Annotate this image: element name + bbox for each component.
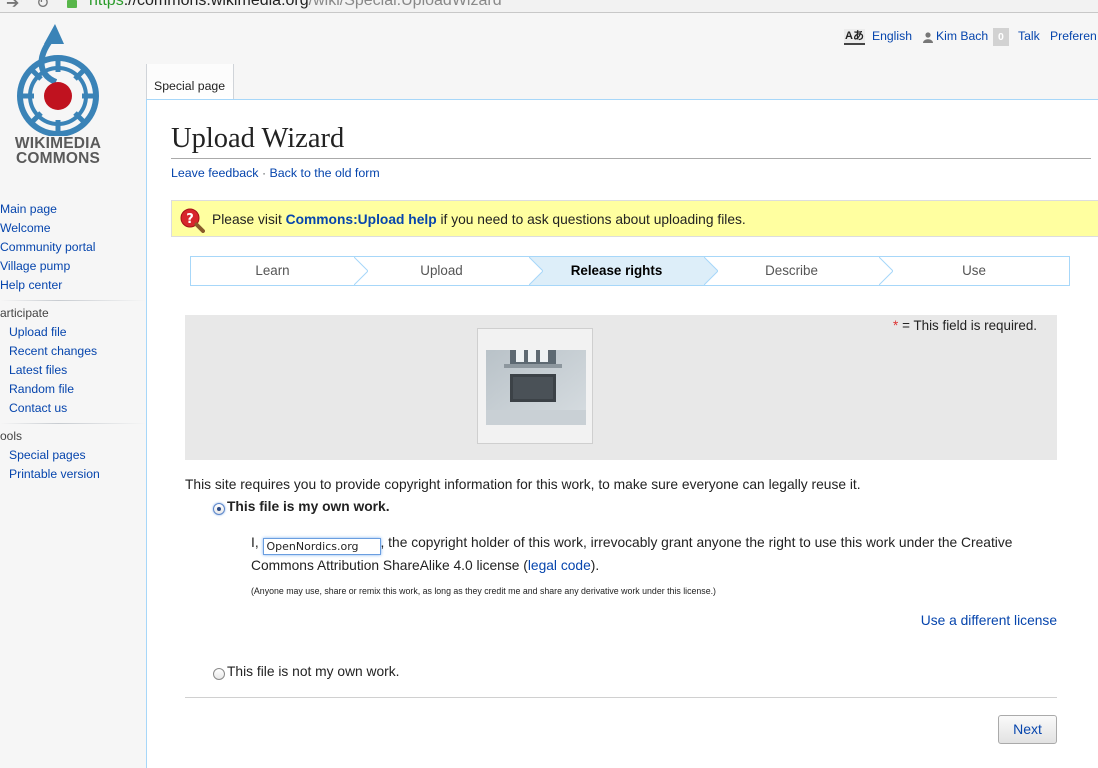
page-title: Upload Wizard — [171, 120, 1091, 159]
sidebar-item-main-page[interactable]: Main page — [0, 202, 57, 216]
sidebar-divider — [0, 423, 146, 424]
file-thumbnail-frame — [477, 328, 593, 444]
user-link[interactable]: Kim Bach — [936, 29, 988, 43]
not-own-work-radio[interactable] — [213, 668, 225, 680]
url-text[interactable]: https://commons.wikimedia.org/wiki/Speci… — [89, 0, 502, 10]
step-divider-arrow — [879, 257, 893, 285]
step-divider-arrow — [704, 257, 718, 285]
wizard-steps: Learn Upload Release rights Describe Use — [190, 256, 1070, 286]
notice-text-after: if you need to ask questions about uploa… — [436, 212, 746, 227]
author-name-input[interactable] — [262, 538, 381, 555]
deed-divider — [185, 697, 1057, 698]
sidebar-item-community-portal[interactable]: Community portal — [0, 240, 96, 254]
upload-file-card: * = This field is required. — [185, 315, 1057, 460]
use-different-license-link[interactable]: Use a different license — [921, 613, 1057, 628]
license-explanation: (Anyone may use, share or remix this wor… — [251, 586, 716, 596]
step-learn: Learn — [191, 257, 368, 285]
notice-text-before: Please visit — [212, 212, 286, 227]
tools-portal: Special pages Printable version — [9, 446, 100, 484]
step-use-label: Use — [962, 263, 986, 278]
url-host: ://commons.wikimedia.org — [123, 0, 309, 9]
sidebar-divider — [0, 300, 146, 301]
own-work-label[interactable]: This file is my own work. — [227, 499, 390, 514]
help-notice: ? Please visit Commons:Upload help if yo… — [171, 200, 1098, 237]
legal-code-link[interactable]: legal code — [528, 558, 591, 573]
commons-logo[interactable]: WIKIMEDIA COMMONS — [0, 24, 120, 166]
personal-toolbar: Aあ English Kim Bach 0 Talk Preferen — [840, 28, 1098, 47]
grant-end: ). — [590, 558, 600, 573]
sidebar-item-help-center[interactable]: Help center — [0, 278, 62, 292]
svg-text:?: ? — [186, 212, 194, 227]
sidebar-item-recent-changes[interactable]: Recent changes — [9, 344, 97, 358]
step-upload-label: Upload — [420, 263, 463, 278]
tab-special-page[interactable]: Special page — [146, 64, 234, 100]
preferences-link[interactable]: Preferen — [1050, 29, 1097, 43]
logo-wordmark-line1: WIKIMEDIA — [14, 135, 102, 152]
sidebar-item-welcome[interactable]: Welcome — [0, 221, 51, 235]
help-magnifier-icon: ? — [180, 208, 205, 233]
grant-prefix: I, — [251, 535, 259, 550]
language-link[interactable]: English — [872, 29, 912, 43]
sidebar-item-village-pump[interactable]: Village pump — [0, 259, 70, 273]
sidebar-item-printable-version[interactable]: Printable version — [9, 467, 100, 481]
required-text: = This field is required. — [902, 318, 1037, 333]
step-describe-label: Describe — [765, 263, 818, 278]
tab-special-page-label: Special page — [154, 79, 226, 93]
sidebar-item-latest-files[interactable]: Latest files — [9, 363, 67, 377]
sidebar-item-upload-file[interactable]: Upload file — [9, 325, 67, 339]
step-learn-label: Learn — [255, 263, 290, 278]
subtitle-separator: · — [258, 166, 270, 180]
deed-intro: This site requires you to provide copyri… — [185, 477, 861, 492]
leave-feedback-link[interactable]: Leave feedback — [171, 166, 259, 180]
participate-portal: Upload file Recent changes Latest files … — [9, 323, 97, 418]
step-upload: Upload — [354, 257, 543, 285]
sidebar-item-special-pages[interactable]: Special pages — [9, 448, 86, 462]
notifications-badge[interactable]: 0 — [993, 28, 1009, 46]
required-star: * — [892, 318, 899, 333]
step-divider-arrow — [529, 257, 543, 285]
lock-icon — [67, 0, 77, 8]
page-subtitle: Leave feedback · Back to the old form — [171, 166, 380, 180]
next-button[interactable]: Next — [998, 715, 1057, 744]
url-path: /wiki/Special:UploadWizard — [308, 0, 502, 9]
step-describe: Describe — [704, 257, 893, 285]
user-icon — [923, 32, 933, 43]
sidebar-item-random-file[interactable]: Random file — [9, 382, 74, 396]
language-icon[interactable]: Aあ — [844, 29, 865, 45]
main-content: Upload Wizard Leave feedback · Back to t… — [146, 99, 1098, 768]
upload-help-link[interactable]: Commons:Upload help — [286, 212, 437, 227]
sidebar-heading-participate: articipate — [0, 306, 49, 320]
step-release-rights: Release rights — [529, 257, 718, 285]
step-use: Use — [879, 257, 1069, 285]
not-own-work-label[interactable]: This file is not my own work. — [227, 664, 400, 679]
own-work-radio[interactable] — [213, 503, 225, 515]
navigation-portal: Main page Welcome Community portal Villa… — [0, 200, 96, 295]
sidebar-heading-tools: ools — [0, 429, 23, 443]
own-work-grant: I, , the copyright holder of this work, … — [251, 532, 1041, 576]
step-release-rights-label: Release rights — [570, 263, 663, 278]
url-scheme: https — [89, 0, 124, 9]
logo-wordmark-line2: COMMONS — [15, 150, 101, 167]
talk-link[interactable]: Talk — [1018, 29, 1040, 43]
wikimedia-commons-logo-icon — [17, 24, 99, 136]
step-divider-arrow — [354, 257, 368, 285]
back-to-old-form-link[interactable]: Back to the old form — [270, 166, 380, 180]
left-sidebar: WIKIMEDIA COMMONS Main page Welcome Comm… — [0, 12, 146, 768]
required-field-note: * = This field is required. — [893, 318, 1037, 333]
file-thumbnail-image[interactable] — [486, 350, 586, 425]
browser-url-bar[interactable]: ➔ ↻ https://commons.wikimedia.org/wiki/S… — [0, 0, 1098, 13]
sidebar-item-contact-us[interactable]: Contact us — [9, 401, 67, 415]
